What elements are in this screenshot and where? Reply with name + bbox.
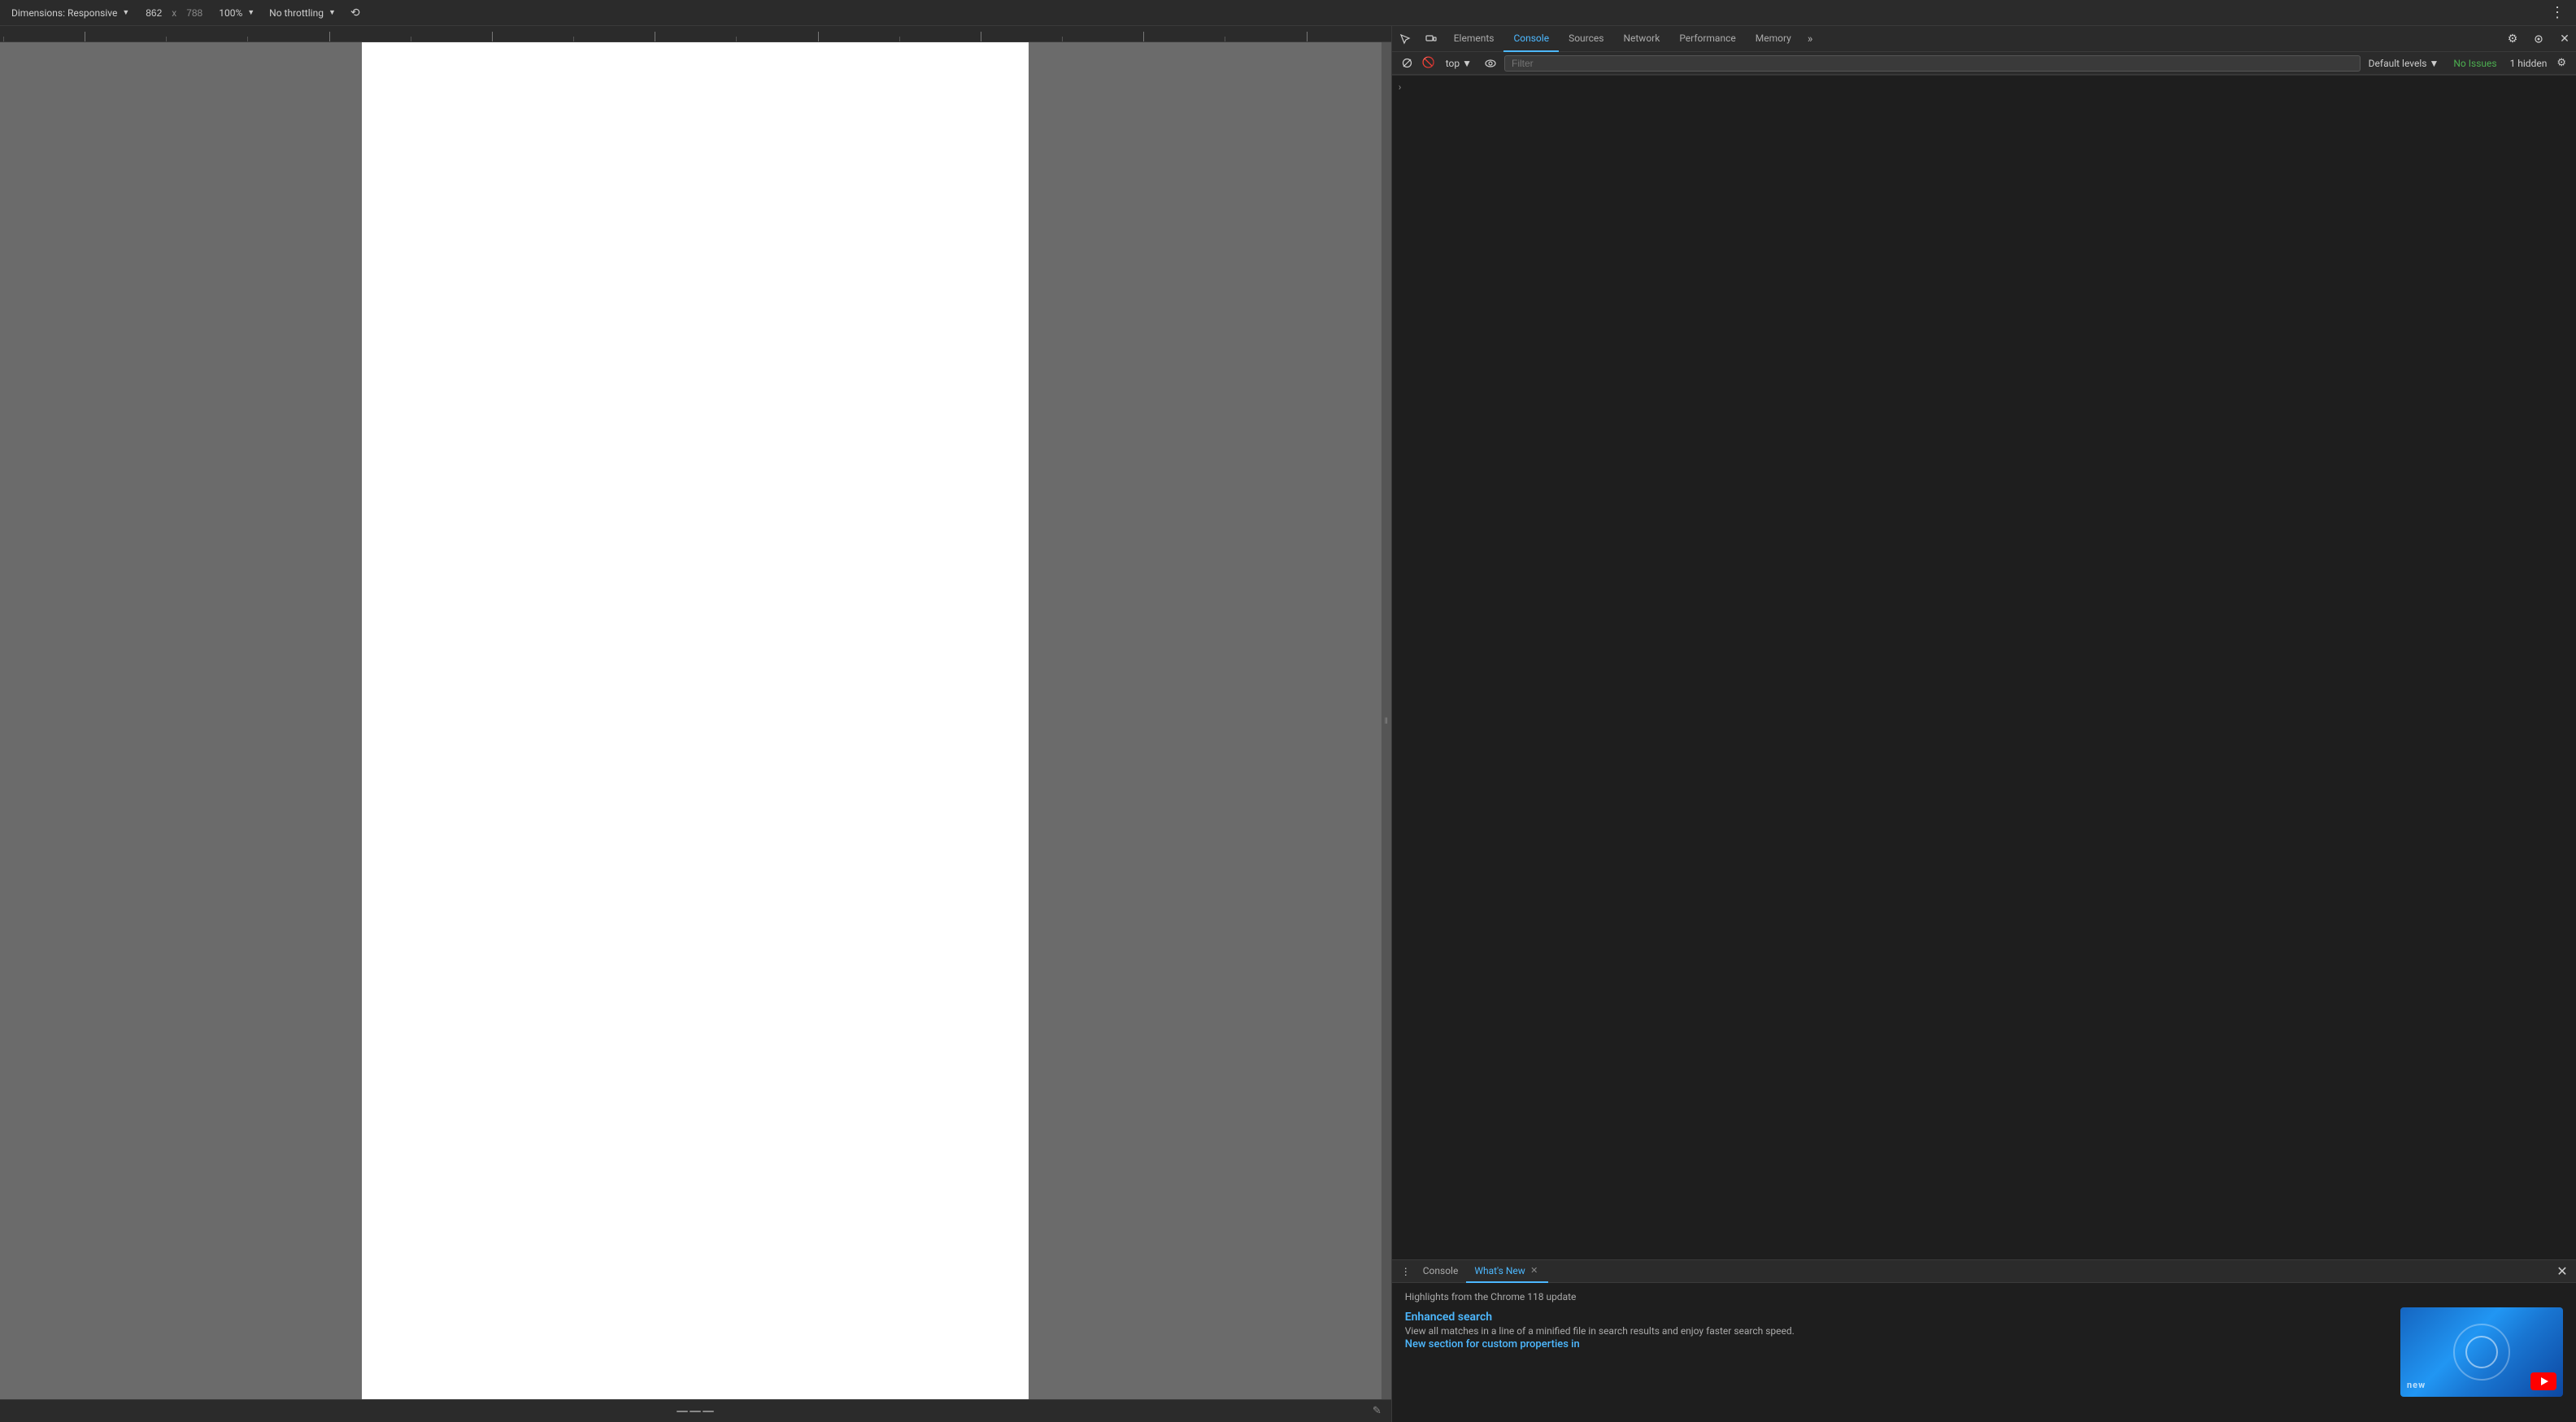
console-main: › [1392,75,2576,1259]
new-badge: new [2407,1380,2426,1390]
close-devtools-button[interactable]: ✕ [2553,28,2576,50]
ruler-tick [85,32,166,41]
play-icon [2541,1377,2548,1385]
context-arrow: ▼ [1462,58,1472,69]
ruler-tick [736,37,817,41]
block-expression-button[interactable]: 🚫 [1420,54,1438,72]
size-separator: x [172,7,176,19]
clear-console-button[interactable] [1399,54,1416,72]
tab-elements[interactable]: Elements [1444,26,1504,52]
drawer-tabs-bar: ⋮ Console What's New ✕ ✕ [1392,1260,2576,1283]
more-button[interactable]: ⋮ [2545,2,2569,23]
video-circle-inner [2465,1336,2498,1368]
edit-icon[interactable]: ✎ [1373,1405,1382,1417]
height-input[interactable] [180,7,209,19]
drawer-section1: Enhanced search View all matches in a li… [1405,1307,2563,1397]
zoom-arrow: ▼ [247,8,255,17]
ruler-tick [818,32,899,41]
video-play-button[interactable] [2530,1372,2556,1390]
white-page [362,42,1029,1399]
drawer-tab-whats-new[interactable]: What's New ✕ [1466,1260,1547,1283]
whats-new-close-tab-button[interactable]: ✕ [1529,1265,1540,1276]
ruler-tick [1307,32,1388,41]
drawer-section1-title: Enhanced search [1405,1311,2391,1324]
width-input[interactable] [139,7,168,19]
resize-dots: ‖ [1382,717,1390,724]
zoom-selector[interactable]: 100% ▼ [214,6,259,20]
rotate-button[interactable]: ⟲ [346,5,365,21]
drawer-section2-link[interactable]: New section for custom properties in [1405,1338,2391,1350]
dimensions-label: Dimensions: Responsive [11,7,117,19]
devtools-tabs-bar: Elements Console Sources Network Perform… [1392,26,2576,52]
tab-sources[interactable]: Sources [1559,26,1613,52]
drawer-more-button[interactable]: ⋮ [1397,1263,1415,1281]
ruler-tick [981,32,1062,41]
focus-debuggee-button[interactable] [2527,28,2550,50]
no-issues-badge: No Issues [2447,56,2503,71]
levels-arrow: ▼ [2429,58,2439,69]
ruler-ticks [0,26,1391,41]
more-tabs-button[interactable]: » [1801,26,1820,52]
prompt-arrow: › [1399,81,1402,93]
throttling-label: No throttling [269,7,324,19]
ruler-tick [492,32,573,41]
device-toolbar-icon[interactable] [1420,28,1442,50]
video-thumbnail[interactable]: new [2400,1307,2563,1397]
whats-new-drawer: ⋮ Console What's New ✕ ✕ Highlights from… [1392,1259,2576,1422]
levels-label: Default levels [2369,58,2427,69]
drawer-tab-console[interactable]: Console [1415,1260,1467,1283]
bottom-bar-line [690,1411,701,1412]
context-label: top [1446,58,1460,69]
browser-area: ‖ ✎ [0,26,1391,1422]
throttling-arrow: ▼ [329,8,336,17]
throttling-selector[interactable]: No throttling ▼ [264,6,341,20]
drawer-close-button[interactable]: ✕ [2553,1263,2571,1281]
video-circle-outer [2453,1324,2510,1381]
ruler-tick [411,37,492,41]
bottom-bar-line [703,1411,714,1412]
ruler-tick [1225,37,1306,41]
filter-input[interactable] [1504,55,2361,72]
drawer-text-col: Enhanced search View all matches in a li… [1405,1307,2391,1350]
zoom-label: 100% [219,7,242,19]
resize-handle[interactable]: ‖ [1382,42,1391,1399]
console-toolbar: 🚫 top ▼ Default levels ▼ No Issues 1 hid… [1392,52,2576,75]
tab-performance[interactable]: Performance [1669,26,1745,52]
bottom-bar: ✎ [0,1399,1391,1422]
ruler-tick [1143,32,1225,41]
main-layout: ‖ ✎ [0,26,2576,1422]
levels-selector[interactable]: Default levels ▼ [2364,56,2444,71]
inspect-element-icon[interactable] [1394,28,1416,50]
top-toolbar: Dimensions: Responsive ▼ x 100% ▼ No thr… [0,0,2576,26]
tab-network[interactable]: Network [1613,26,1669,52]
ruler-tick [3,37,85,41]
horizontal-ruler [0,26,1391,42]
viewport-container: ‖ [0,42,1391,1399]
drawer-section1-desc: View all matches in a line of a minified… [1405,1324,2391,1338]
eye-button[interactable] [1480,58,1501,69]
drawer-headline: Highlights from the Chrome 118 update [1405,1291,2563,1302]
bottom-bar-lines [677,1411,714,1412]
console-prompt-line: › [1392,75,2576,98]
tab-memory[interactable]: Memory [1746,26,1801,52]
ruler-tick [1062,37,1143,41]
ruler-tick [329,32,411,41]
devtools-panel: Elements Console Sources Network Perform… [1391,26,2576,1422]
hidden-badge: 1 hidden [2507,56,2551,71]
ruler-tick [166,37,247,41]
bottom-bar-line [677,1411,688,1412]
dimensions-arrow: ▼ [122,8,129,17]
ruler-tick [247,37,329,41]
ruler-tick [573,37,655,41]
tab-settings-area: ⚙ ✕ [2501,28,2576,50]
ruler-tick [655,32,736,41]
context-selector[interactable]: top ▼ [1441,56,1477,71]
console-settings-button[interactable]: ⚙ [2553,55,2569,71]
ruler-tick [899,37,981,41]
dimensions-selector[interactable]: Dimensions: Responsive ▼ [7,6,134,20]
tab-console[interactable]: Console [1503,26,1559,52]
drawer-content: Highlights from the Chrome 118 update En… [1392,1283,2576,1422]
size-inputs: x [139,7,209,19]
settings-button[interactable]: ⚙ [2501,28,2524,50]
